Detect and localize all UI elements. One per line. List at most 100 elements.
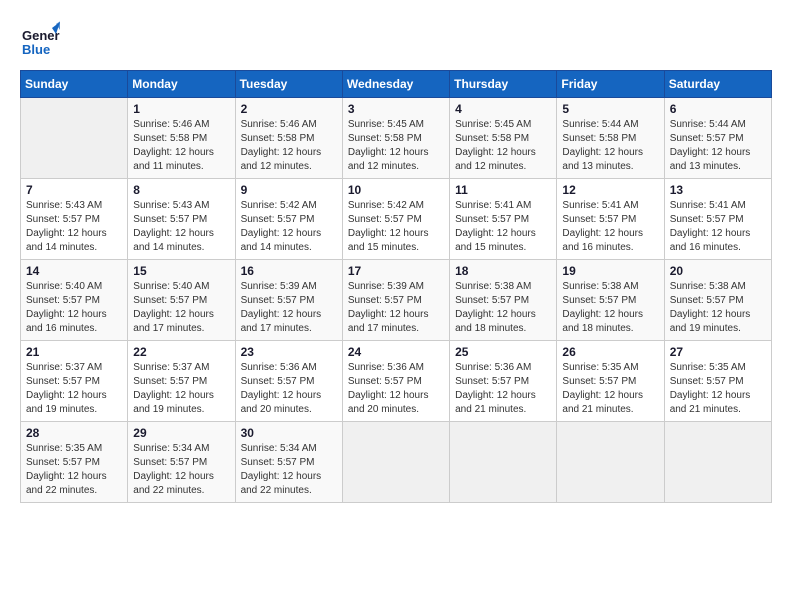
- day-number: 26: [562, 345, 658, 359]
- day-info: Sunrise: 5:42 AM Sunset: 5:57 PM Dayligh…: [241, 199, 337, 255]
- calendar-cell: 2 Sunrise: 5:46 AM Sunset: 5:58 PM Daylig…: [235, 98, 342, 179]
- day-number: 19: [562, 264, 658, 278]
- day-info: Sunrise: 5:41 AM Sunset: 5:57 PM Dayligh…: [562, 199, 658, 255]
- day-number: 8: [133, 183, 229, 197]
- day-info: Sunrise: 5:40 AM Sunset: 5:57 PM Dayligh…: [133, 280, 229, 336]
- calendar-cell: 9 Sunrise: 5:42 AM Sunset: 5:57 PM Daylig…: [235, 179, 342, 260]
- day-info: Sunrise: 5:35 AM Sunset: 5:57 PM Dayligh…: [670, 361, 766, 417]
- calendar-cell: 1 Sunrise: 5:46 AM Sunset: 5:58 PM Daylig…: [128, 98, 235, 179]
- day-info: Sunrise: 5:46 AM Sunset: 5:58 PM Dayligh…: [133, 118, 229, 174]
- day-info: Sunrise: 5:40 AM Sunset: 5:57 PM Dayligh…: [26, 280, 122, 336]
- calendar-table: SundayMondayTuesdayWednesdayThursdayFrid…: [20, 70, 772, 503]
- calendar-cell: 11Sunrise: 5:41 AM Sunset: 5:57 PM Dayli…: [450, 179, 557, 260]
- calendar-cell: 21 Sunrise: 5:37 AM Sunset: 5:57 PM Dayli…: [21, 341, 128, 422]
- day-number: 13: [670, 183, 766, 197]
- weekday-header-tuesday: Tuesday: [235, 71, 342, 98]
- calendar-cell: 5 Sunrise: 5:44 AM Sunset: 5:58 PM Daylig…: [557, 98, 664, 179]
- calendar-cell: 15 Sunrise: 5:40 AM Sunset: 5:57 PM Dayli…: [128, 260, 235, 341]
- calendar-cell: 27Sunrise: 5:35 AM Sunset: 5:57 PM Dayli…: [664, 341, 771, 422]
- calendar-cell: 22Sunrise: 5:37 AM Sunset: 5:57 PM Dayli…: [128, 341, 235, 422]
- day-info: Sunrise: 5:38 AM Sunset: 5:57 PM Dayligh…: [562, 280, 658, 336]
- calendar-week-5: 28 Sunrise: 5:35 AM Sunset: 5:57 PM Dayli…: [21, 422, 772, 503]
- day-number: 10: [348, 183, 444, 197]
- day-number: 23: [241, 345, 337, 359]
- calendar-week-4: 21 Sunrise: 5:37 AM Sunset: 5:57 PM Dayli…: [21, 341, 772, 422]
- calendar-cell: 12 Sunrise: 5:41 AM Sunset: 5:57 PM Dayli…: [557, 179, 664, 260]
- day-info: Sunrise: 5:41 AM Sunset: 5:57 PM Dayligh…: [455, 199, 551, 255]
- calendar-cell: [664, 422, 771, 503]
- day-number: 9: [241, 183, 337, 197]
- day-number: 5: [562, 102, 658, 116]
- day-info: Sunrise: 5:46 AM Sunset: 5:58 PM Dayligh…: [241, 118, 337, 174]
- calendar-cell: 14 Sunrise: 5:40 AM Sunset: 5:57 PM Dayli…: [21, 260, 128, 341]
- day-number: 20: [670, 264, 766, 278]
- day-info: Sunrise: 5:38 AM Sunset: 5:57 PM Dayligh…: [455, 280, 551, 336]
- calendar-cell: [557, 422, 664, 503]
- calendar-cell: 19 Sunrise: 5:38 AM Sunset: 5:57 PM Dayli…: [557, 260, 664, 341]
- calendar-cell: 6 Sunrise: 5:44 AM Sunset: 5:57 PM Daylig…: [664, 98, 771, 179]
- calendar-cell: 17 Sunrise: 5:39 AM Sunset: 5:57 PM Dayli…: [342, 260, 449, 341]
- day-info: Sunrise: 5:36 AM Sunset: 5:57 PM Dayligh…: [241, 361, 337, 417]
- day-number: 4: [455, 102, 551, 116]
- day-number: 28: [26, 426, 122, 440]
- day-number: 2: [241, 102, 337, 116]
- calendar-cell: 30 Sunrise: 5:34 AM Sunset: 5:57 PM Dayli…: [235, 422, 342, 503]
- weekday-header-monday: Monday: [128, 71, 235, 98]
- logo-icon: General Blue: [20, 20, 60, 60]
- day-info: Sunrise: 5:37 AM Sunset: 5:57 PM Dayligh…: [26, 361, 122, 417]
- calendar-cell: 13 Sunrise: 5:41 AM Sunset: 5:57 PM Dayli…: [664, 179, 771, 260]
- svg-text:Blue: Blue: [22, 42, 50, 57]
- day-number: 21: [26, 345, 122, 359]
- calendar-cell: [342, 422, 449, 503]
- calendar-cell: 8 Sunrise: 5:43 AM Sunset: 5:57 PM Daylig…: [128, 179, 235, 260]
- calendar-cell: 23 Sunrise: 5:36 AM Sunset: 5:57 PM Dayli…: [235, 341, 342, 422]
- calendar-cell: 26 Sunrise: 5:35 AM Sunset: 5:57 PM Dayli…: [557, 341, 664, 422]
- day-number: 6: [670, 102, 766, 116]
- calendar-cell: 28 Sunrise: 5:35 AM Sunset: 5:57 PM Dayli…: [21, 422, 128, 503]
- calendar-cell: 7Sunrise: 5:43 AM Sunset: 5:57 PM Daylig…: [21, 179, 128, 260]
- day-info: Sunrise: 5:36 AM Sunset: 5:57 PM Dayligh…: [455, 361, 551, 417]
- calendar-week-2: 7Sunrise: 5:43 AM Sunset: 5:57 PM Daylig…: [21, 179, 772, 260]
- day-info: Sunrise: 5:42 AM Sunset: 5:57 PM Dayligh…: [348, 199, 444, 255]
- day-info: Sunrise: 5:34 AM Sunset: 5:57 PM Dayligh…: [241, 442, 337, 498]
- day-info: Sunrise: 5:34 AM Sunset: 5:57 PM Dayligh…: [133, 442, 229, 498]
- weekday-header-saturday: Saturday: [664, 71, 771, 98]
- calendar-week-1: 1 Sunrise: 5:46 AM Sunset: 5:58 PM Daylig…: [21, 98, 772, 179]
- calendar-cell: [21, 98, 128, 179]
- calendar-cell: 18Sunrise: 5:38 AM Sunset: 5:57 PM Dayli…: [450, 260, 557, 341]
- day-number: 12: [562, 183, 658, 197]
- day-number: 15: [133, 264, 229, 278]
- day-number: 14: [26, 264, 122, 278]
- day-info: Sunrise: 5:39 AM Sunset: 5:57 PM Dayligh…: [348, 280, 444, 336]
- day-info: Sunrise: 5:44 AM Sunset: 5:58 PM Dayligh…: [562, 118, 658, 174]
- calendar-cell: 3Sunrise: 5:45 AM Sunset: 5:58 PM Daylig…: [342, 98, 449, 179]
- header: General Blue: [20, 20, 772, 60]
- calendar-cell: 20 Sunrise: 5:38 AM Sunset: 5:57 PM Dayli…: [664, 260, 771, 341]
- weekday-header-thursday: Thursday: [450, 71, 557, 98]
- day-number: 1: [133, 102, 229, 116]
- calendar-week-3: 14 Sunrise: 5:40 AM Sunset: 5:57 PM Dayli…: [21, 260, 772, 341]
- day-info: Sunrise: 5:35 AM Sunset: 5:57 PM Dayligh…: [26, 442, 122, 498]
- calendar-cell: 24Sunrise: 5:36 AM Sunset: 5:57 PM Dayli…: [342, 341, 449, 422]
- day-info: Sunrise: 5:43 AM Sunset: 5:57 PM Dayligh…: [133, 199, 229, 255]
- day-info: Sunrise: 5:35 AM Sunset: 5:57 PM Dayligh…: [562, 361, 658, 417]
- calendar-cell: 10 Sunrise: 5:42 AM Sunset: 5:57 PM Dayli…: [342, 179, 449, 260]
- day-info: Sunrise: 5:41 AM Sunset: 5:57 PM Dayligh…: [670, 199, 766, 255]
- day-info: Sunrise: 5:38 AM Sunset: 5:57 PM Dayligh…: [670, 280, 766, 336]
- day-number: 16: [241, 264, 337, 278]
- day-info: Sunrise: 5:44 AM Sunset: 5:57 PM Dayligh…: [670, 118, 766, 174]
- day-number: 29: [133, 426, 229, 440]
- calendar-cell: 29 Sunrise: 5:34 AM Sunset: 5:57 PM Dayli…: [128, 422, 235, 503]
- logo: General Blue: [20, 20, 64, 60]
- day-number: 22: [133, 345, 229, 359]
- day-number: 25: [455, 345, 551, 359]
- day-info: Sunrise: 5:36 AM Sunset: 5:57 PM Dayligh…: [348, 361, 444, 417]
- calendar-cell: 25 Sunrise: 5:36 AM Sunset: 5:57 PM Dayli…: [450, 341, 557, 422]
- day-info: Sunrise: 5:45 AM Sunset: 5:58 PM Dayligh…: [455, 118, 551, 174]
- day-number: 3: [348, 102, 444, 116]
- calendar-cell: 16Sunrise: 5:39 AM Sunset: 5:57 PM Dayli…: [235, 260, 342, 341]
- calendar-cell: [450, 422, 557, 503]
- day-number: 17: [348, 264, 444, 278]
- day-info: Sunrise: 5:43 AM Sunset: 5:57 PM Dayligh…: [26, 199, 122, 255]
- day-number: 30: [241, 426, 337, 440]
